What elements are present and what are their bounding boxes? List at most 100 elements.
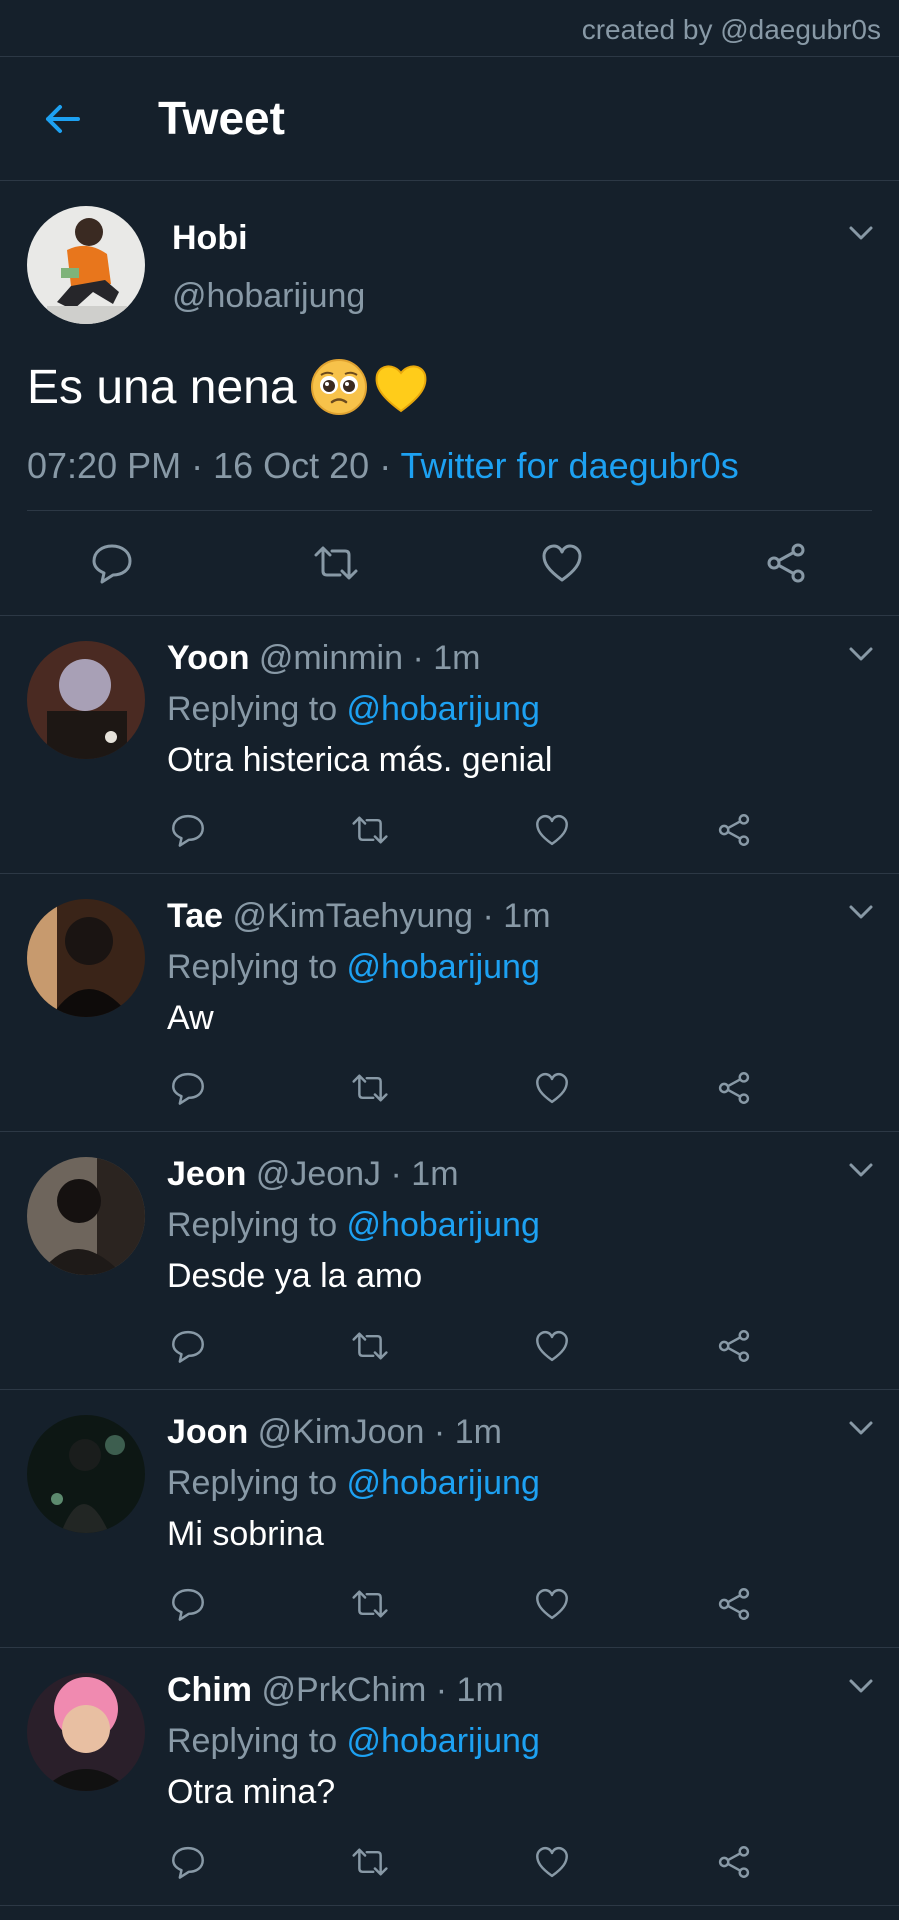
reply-button[interactable] bbox=[164, 1064, 212, 1112]
avatar[interactable] bbox=[27, 1157, 145, 1275]
replying-to-label: Replying to bbox=[167, 690, 347, 728]
reply-tweet[interactable]: Yoon @minmin · 1m Replying to @hobarijung… bbox=[0, 616, 899, 874]
avatar[interactable] bbox=[27, 1673, 145, 1791]
author-handle[interactable]: @PrkChim bbox=[261, 1671, 426, 1709]
reply-text: Mi sobrina bbox=[167, 1515, 324, 1553]
retweet-icon bbox=[352, 1074, 388, 1102]
avatar-image bbox=[27, 899, 145, 1017]
retweet-button[interactable] bbox=[312, 539, 360, 587]
avatar[interactable] bbox=[27, 899, 145, 1017]
reply-tweet[interactable]: Joon @KimJoon · 1m Replying to @hobarijun… bbox=[0, 1390, 899, 1648]
retweet-icon bbox=[352, 1848, 388, 1876]
reply-text: Otra mina? bbox=[167, 1773, 336, 1811]
replying-to-link[interactable]: @hobarijung bbox=[347, 1722, 540, 1760]
watermark-text: created by @daegubr0s bbox=[581, 14, 881, 45]
app-header: Tweet bbox=[0, 57, 899, 181]
like-button[interactable] bbox=[538, 539, 586, 587]
author-name[interactable]: Joon bbox=[167, 1413, 248, 1451]
like-button[interactable] bbox=[528, 1322, 576, 1370]
replying-to-link[interactable]: @hobarijung bbox=[347, 1206, 540, 1244]
tweet-time: 07:20 PM bbox=[27, 445, 182, 486]
retweet-button[interactable] bbox=[346, 1838, 394, 1886]
reply-button[interactable] bbox=[88, 539, 136, 587]
tweet-menu-button[interactable] bbox=[845, 1412, 877, 1444]
avatar[interactable] bbox=[27, 206, 145, 324]
like-icon bbox=[536, 814, 568, 846]
reply-button[interactable] bbox=[164, 1322, 212, 1370]
retweet-button[interactable] bbox=[346, 806, 394, 854]
reply-header: Yoon @minmin · 1m bbox=[167, 639, 480, 678]
avatar-image bbox=[27, 1157, 145, 1275]
author-handle[interactable]: @minmin bbox=[259, 639, 403, 677]
reply-tweet[interactable]: Chim @PrkChim · 1m Replying to @hobarijun… bbox=[0, 1648, 899, 1906]
replying-to-link[interactable]: @hobarijung bbox=[347, 690, 540, 728]
author-name[interactable]: Chim bbox=[167, 1671, 252, 1709]
avatar[interactable] bbox=[27, 641, 145, 759]
replying-to-link[interactable]: @hobarijung bbox=[347, 948, 540, 986]
author-handle[interactable]: @JeonJ bbox=[256, 1155, 381, 1193]
like-button[interactable] bbox=[528, 1838, 576, 1886]
reply-tweet[interactable]: Tae @KimTaehyung · 1m Replying to @hobari… bbox=[0, 874, 899, 1132]
reply-time: 1m bbox=[411, 1155, 459, 1193]
share-button[interactable] bbox=[762, 539, 810, 587]
meta-separator: · bbox=[426, 1671, 457, 1709]
reply-time: 1m bbox=[454, 1413, 502, 1451]
author-name[interactable]: Jeon bbox=[167, 1155, 246, 1193]
retweet-button[interactable] bbox=[346, 1580, 394, 1628]
divider bbox=[27, 510, 872, 511]
tweet-menu-button[interactable] bbox=[845, 896, 877, 928]
meta-separator: · bbox=[424, 1413, 455, 1451]
tweet-source-link[interactable]: Twitter for daegubr0s bbox=[401, 445, 739, 486]
share-button[interactable] bbox=[710, 1838, 758, 1886]
retweet-button[interactable] bbox=[346, 1322, 394, 1370]
retweet-button[interactable] bbox=[346, 1064, 394, 1112]
back-button[interactable] bbox=[36, 93, 88, 145]
author-handle[interactable]: @KimJoon bbox=[258, 1413, 425, 1451]
tweet-date: 16 Oct 20 bbox=[213, 445, 370, 486]
tweet-menu-button[interactable] bbox=[845, 217, 877, 249]
share-icon bbox=[718, 1846, 750, 1878]
reply-tweet[interactable]: Jeon @JeonJ · 1m Replying to @hobarijung D… bbox=[0, 1132, 899, 1390]
share-button[interactable] bbox=[710, 1580, 758, 1628]
meta-separator: · bbox=[369, 445, 401, 486]
tweet-menu-button[interactable] bbox=[845, 638, 877, 670]
replying-to-label: Replying to bbox=[167, 948, 347, 986]
share-icon bbox=[718, 1330, 750, 1362]
tweet-text-content: Es una nena bbox=[27, 360, 297, 414]
watermark-bar: created by @daegubr0s bbox=[0, 0, 899, 57]
avatar-image bbox=[27, 641, 145, 759]
share-button[interactable] bbox=[710, 1064, 758, 1112]
like-icon bbox=[536, 1588, 568, 1620]
reply-icon bbox=[92, 544, 132, 584]
reply-button[interactable] bbox=[164, 806, 212, 854]
tweet-meta: 07:20 PM · 16 Oct 20 · Twitter for daegu… bbox=[27, 445, 739, 487]
author-handle[interactable]: @hobarijung bbox=[172, 277, 365, 316]
tweet-menu-button[interactable] bbox=[845, 1670, 877, 1702]
replying-to: Replying to @hobarijung bbox=[167, 690, 540, 729]
like-button[interactable] bbox=[528, 1580, 576, 1628]
replying-to: Replying to @hobarijung bbox=[167, 1722, 540, 1761]
reply-button[interactable] bbox=[164, 1580, 212, 1628]
author-name[interactable]: Tae bbox=[167, 897, 223, 935]
like-icon bbox=[542, 544, 582, 582]
author-name[interactable]: Yoon bbox=[167, 639, 249, 677]
reply-button[interactable] bbox=[164, 1838, 212, 1886]
like-button[interactable] bbox=[528, 806, 576, 854]
chevron-down-icon bbox=[849, 647, 873, 661]
meta-separator: · bbox=[473, 897, 504, 935]
replies-list: Yoon @minmin · 1m Replying to @hobarijung… bbox=[0, 616, 899, 1906]
author-handle[interactable]: @KimTaehyung bbox=[233, 897, 474, 935]
share-icon bbox=[718, 1588, 750, 1620]
share-button[interactable] bbox=[710, 806, 758, 854]
meta-separator: · bbox=[403, 639, 434, 677]
avatar[interactable] bbox=[27, 1415, 145, 1533]
author-name[interactable]: Hobi bbox=[172, 219, 248, 258]
meta-separator: · bbox=[381, 1155, 412, 1193]
replying-to: Replying to @hobarijung bbox=[167, 948, 540, 987]
avatar-image bbox=[27, 206, 145, 324]
share-button[interactable] bbox=[710, 1322, 758, 1370]
reply-header: Chim @PrkChim · 1m bbox=[167, 1671, 504, 1710]
tweet-menu-button[interactable] bbox=[845, 1154, 877, 1186]
replying-to-link[interactable]: @hobarijung bbox=[347, 1464, 540, 1502]
like-button[interactable] bbox=[528, 1064, 576, 1112]
